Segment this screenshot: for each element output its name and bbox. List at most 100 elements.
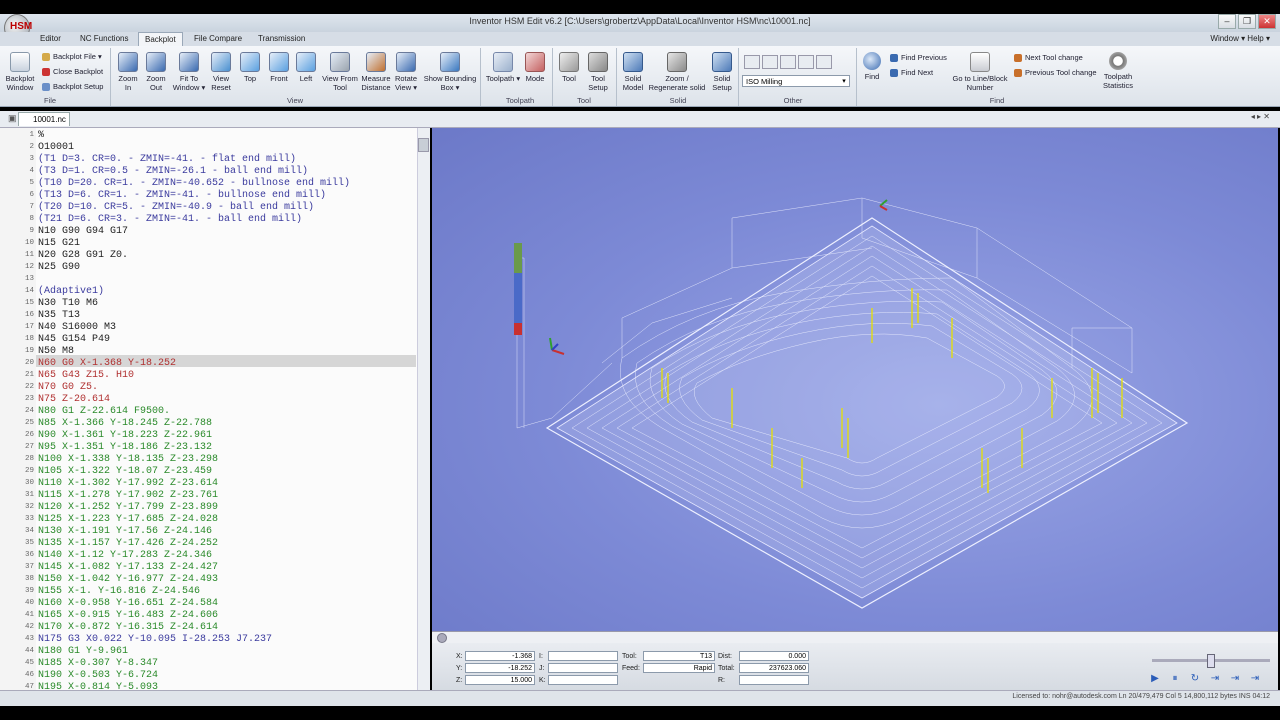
find-previous-button[interactable]: Find Previous [890,53,947,63]
code-line[interactable]: N120 X-1.252 Y-17.799 Z-23.899 [38,502,218,513]
mode-button[interactable]: Mode [522,52,548,83]
zoom-out-button[interactable]: Zoom Out [144,52,168,92]
code-line[interactable]: N25 G90 [38,262,80,273]
backplot-setup-button[interactable]: Backplot Setup [42,82,103,92]
maximize-button[interactable]: ❐ [1238,14,1256,29]
code-line[interactable]: N135 X-1.157 Y-17.426 Z-24.252 [38,538,218,549]
code-line[interactable]: N60 G0 X-1.368 Y-18.252 [38,358,176,369]
fit-to-window-button[interactable]: Fit To Window ▾ [172,52,206,92]
code-line[interactable]: % [38,130,44,141]
find-button[interactable]: Find [860,52,884,81]
code-line[interactable]: N20 G28 G91 Z0. [38,250,128,261]
code-line[interactable]: N145 X-1.082 Y-17.133 Z-24.427 [38,562,218,573]
step-forward-button[interactable]: ⇥ [1228,672,1242,686]
code-line[interactable]: N185 X-0.307 Y-8.347 [38,658,158,669]
code-line[interactable]: N155 X-1. Y-16.816 Z-24.546 [38,586,200,597]
code-line[interactable]: N190 X-0.503 Y-6.724 [38,670,158,681]
go-to-end-button[interactable]: ⇥ [1248,672,1262,686]
code-line[interactable]: (T13 D=6. CR=1. - ZMIN=-41. - bullnose e… [38,190,326,201]
code-line[interactable]: N70 G0 Z5. [38,382,98,393]
solid-setup-button[interactable]: Solid Setup [708,52,736,92]
code-line[interactable]: N110 X-1.302 Y-17.992 Z-23.614 [38,478,218,489]
speed-slider-thumb[interactable] [1207,654,1215,668]
regenerate-solid-button[interactable]: Zoom / Regenerate solid [648,52,706,92]
code-line[interactable]: N150 X-1.042 Y-16.977 Z-24.493 [38,574,218,585]
top-view-button[interactable]: Top [238,52,262,83]
code-line[interactable]: N90 X-1.361 Y-18.223 Z-22.961 [38,430,212,441]
play-button[interactable]: ▶ [1148,672,1162,686]
tab-nc-functions[interactable]: NC Functions [74,32,134,46]
tab-file-compare[interactable]: File Compare [188,32,248,46]
code-line[interactable]: N45 G154 P49 [38,334,110,345]
small-tool-icon[interactable] [816,55,832,69]
pause-button[interactable]: ⏸ [1168,672,1182,686]
code-line[interactable]: (T10 D=20. CR=1. - ZMIN=-40.652 - bullno… [38,178,350,189]
small-tool-icon[interactable] [798,55,814,69]
measure-distance-button[interactable]: Measure Distance [360,52,392,92]
code-line[interactable]: (T1 D=3. CR=0. - ZMIN=-41. - flat end mi… [38,154,296,165]
code-line[interactable]: N160 X-0.958 Y-16.651 Z-24.584 [38,598,218,609]
editor-scrollbar[interactable] [417,128,430,690]
code-line[interactable]: O10001 [38,142,74,153]
code-line[interactable]: N35 T13 [38,310,80,321]
front-view-button[interactable]: Front [266,52,292,83]
code-line[interactable]: N50 M8 [38,346,74,357]
repeat-button[interactable]: ↻ [1188,672,1202,686]
backplot-3d-viewport[interactable] [432,128,1278,631]
rotate-view-button[interactable]: Rotate View ▾ [392,52,420,92]
machine-type-select[interactable]: ISO Milling ▾ [742,75,850,87]
code-line[interactable]: N95 X-1.351 Y-18.186 Z-23.132 [38,442,212,453]
code-line[interactable]: N10 G90 G94 G17 [38,226,128,237]
code-line[interactable]: (T3 D=1. CR=0.5 - ZMIN=-26.1 - ball end … [38,166,308,177]
timeline-scrubber[interactable] [437,633,447,643]
code-line[interactable]: (T20 D=10. CR=5. - ZMIN=-40.9 - ball end… [38,202,314,213]
small-tool-icon[interactable] [780,55,796,69]
tool-setup-button[interactable]: Tool Setup [584,52,612,92]
solid-model-button[interactable]: Solid Model [620,52,646,92]
code-line[interactable]: (Adaptive1) [38,286,104,297]
window-help-menu[interactable]: Window ▾ Help ▾ [1210,32,1270,46]
close-button[interactable]: ✕ [1258,14,1276,29]
goto-line-button[interactable]: Go to Line/Block Number [950,52,1010,92]
toolpath-button[interactable]: Toolpath ▾ [484,52,522,83]
zoom-in-button[interactable]: Zoom In [116,52,140,92]
small-tool-icon[interactable] [762,55,778,69]
tool-button[interactable]: Tool [556,52,582,83]
code-line[interactable]: N75 Z-20.614 [38,394,110,405]
tab-backplot[interactable]: Backplot [138,32,183,47]
small-tool-icon[interactable] [744,55,760,69]
code-line[interactable]: N165 X-0.915 Y-16.483 Z-24.606 [38,610,218,621]
code-line[interactable]: N105 X-1.322 Y-18.07 Z-23.459 [38,466,212,477]
editor-scroll-thumb[interactable] [418,138,429,152]
code-line[interactable]: N180 G1 Y-9.961 [38,646,128,657]
close-doc-icon[interactable]: ▣ [8,113,17,124]
code-line[interactable]: N125 X-1.223 Y-17.685 Z-24.028 [38,514,218,525]
code-line[interactable]: N115 X-1.278 Y-17.902 Z-23.761 [38,490,218,501]
code-line[interactable]: N80 G1 Z-22.614 F9500. [38,406,170,417]
tab-navigation-arrows[interactable]: ◂ ▸ ✕ [1251,112,1270,121]
show-bounding-box-button[interactable]: Show Bounding Box ▾ [420,52,480,92]
previous-tool-change-button[interactable]: Previous Tool change [1014,68,1097,78]
code-line[interactable]: N175 G3 X0.022 Y-10.095 I-28.253 J7.237 [38,634,272,645]
close-backplot-button[interactable]: Close Backplot [42,67,103,77]
document-tab[interactable]: 10001.nc [18,112,70,126]
toolpath-statistics-button[interactable]: Toolpath Statistics [1098,52,1138,90]
view-reset-button[interactable]: View Reset [206,52,236,92]
find-next-button[interactable]: Find Next [890,68,933,78]
code-line[interactable]: N30 T10 M6 [38,298,98,309]
backplot-window-button[interactable]: Backplot Window [4,52,36,92]
code-line[interactable]: N170 X-0.872 Y-16.315 Z-24.614 [38,622,218,633]
code-line[interactable]: (T21 D=6. CR=3. - ZMIN=-41. - ball end m… [38,214,302,225]
next-tool-change-button[interactable]: Next Tool change [1014,53,1083,63]
code-line[interactable]: N85 X-1.366 Y-18.245 Z-22.788 [38,418,212,429]
code-line[interactable]: N65 G43 Z15. H10 [38,370,134,381]
step-button[interactable]: ⇥ [1208,672,1222,686]
backplot-file-menu[interactable]: Backplot File ▾ [42,52,102,62]
minimize-button[interactable]: – [1218,14,1236,29]
tab-transmission[interactable]: Transmission [252,32,311,46]
code-line[interactable]: N130 X-1.191 Y-17.56 Z-24.146 [38,526,212,537]
view-from-tool-button[interactable]: View From Tool [320,52,360,92]
code-line[interactable]: N40 S16000 M3 [38,322,116,333]
left-view-button[interactable]: Left [294,52,318,83]
tab-editor[interactable]: Editor [34,32,67,46]
